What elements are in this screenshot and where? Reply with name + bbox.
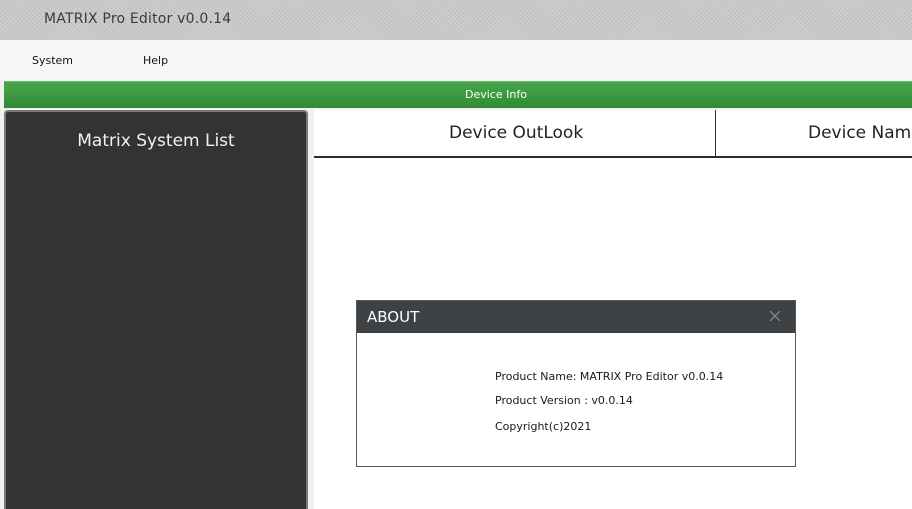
about-dialog: ABOUT Product Name: MATRIX Pro Editor v0… [356,300,796,467]
about-dialog-body: Product Name: MATRIX Pro Editor v0.0.14 … [357,333,795,466]
menu-bar: System Help [0,40,912,80]
device-tabs: Device OutLook Device Nam [314,110,912,158]
device-info-label: Device Info [465,88,527,101]
product-version-text: Product Version : v0.0.14 [495,394,633,407]
about-dialog-titlebar[interactable]: ABOUT [357,301,795,333]
app-window: MATRIX Pro Editor v0.0.14 System Help De… [0,0,912,509]
tab-device-outlook-label: Device OutLook [449,123,584,143]
device-info-bar: Device Info [4,81,912,108]
tab-device-outlook[interactable]: Device OutLook [314,110,716,156]
copyright-text: Copyright(c)2021 [495,420,592,433]
menu-system[interactable]: System [32,54,73,67]
tab-device-name-label: Device Nam [808,123,912,143]
matrix-system-list-heading: Matrix System List [77,131,235,151]
title-bar[interactable]: MATRIX Pro Editor v0.0.14 [0,0,912,40]
close-icon[interactable] [767,308,783,324]
product-name-text: Product Name: MATRIX Pro Editor v0.0.14 [495,370,724,383]
tab-device-name[interactable]: Device Nam [716,110,912,156]
matrix-system-list-panel: Matrix System List [4,110,308,509]
window-title: MATRIX Pro Editor v0.0.14 [44,11,232,27]
about-dialog-title: ABOUT [367,308,420,326]
menu-help[interactable]: Help [143,54,168,67]
